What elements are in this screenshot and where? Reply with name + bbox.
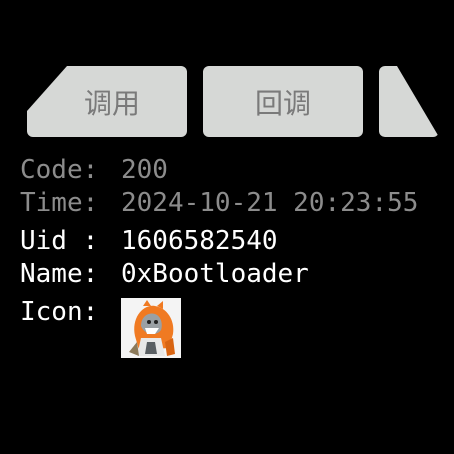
name-key: Name: (20, 259, 99, 289)
code-value: 200 (121, 155, 168, 185)
time-value: 2024-10-21 20:23:55 (121, 188, 419, 218)
name-row: Name: 0xBootloader (20, 259, 309, 289)
tab-call-label: 调用 (83, 86, 140, 120)
time-key: Time: (20, 188, 99, 218)
icon-key: Icon: (20, 297, 99, 327)
code-row: Code: 200 (20, 155, 168, 185)
orange-hooded-character-icon (121, 298, 181, 358)
time-row: Time: 2024-10-21 20:23:55 (20, 188, 418, 218)
uid-row: Uid : 1606582540 (20, 226, 278, 256)
tab-next-partial[interactable] (379, 66, 439, 137)
tab-call[interactable]: 调用 (27, 66, 187, 137)
uid-key: Uid : (20, 226, 99, 256)
uid-value: 1606582540 (121, 226, 278, 256)
tab-callback[interactable]: 回调 (203, 66, 363, 137)
avatar (121, 298, 181, 358)
icon-row: Icon: (20, 297, 121, 327)
screen: 调用 回调 Code: 200 Time: 2024-10-21 20:23:55 … (0, 0, 454, 454)
tab-callback-label: 回调 (254, 86, 311, 120)
name-value: 0xBootloader (121, 259, 309, 289)
code-key: Code: (20, 155, 99, 185)
